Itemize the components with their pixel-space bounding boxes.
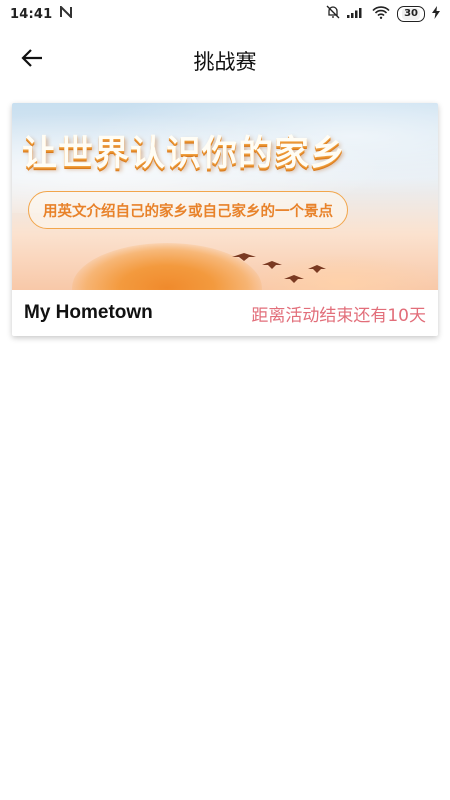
app-bar: 挑战赛 [0, 28, 450, 92]
page-title: 挑战赛 [193, 50, 257, 74]
mute-bell-icon [326, 5, 340, 23]
banner-headline: 让世界认识你的家乡 [22, 134, 347, 174]
status-time: 14:41 [10, 6, 53, 22]
challenge-card[interactable]: 让世界认识你的家乡 用英文介绍自己的家乡或自己家乡的一个景点 My Hometo… [12, 103, 438, 336]
n-icon [60, 4, 73, 22]
challenge-banner: 让世界认识你的家乡 用英文介绍自己的家乡或自己家乡的一个景点 [12, 103, 438, 290]
challenge-title: My Hometown [24, 302, 153, 323]
challenge-countdown: 距离活动结束还有10天 [251, 305, 426, 326]
banner-subtitle: 用英文介绍自己的家乡或自己家乡的一个景点 [28, 191, 348, 229]
charging-icon [432, 5, 440, 23]
battery-icon: 30 [397, 6, 425, 22]
status-left: 14:41 [10, 4, 73, 22]
birds-icon [232, 253, 326, 283]
screen: 14:41 30 挑战赛 让世界认识你的家乡 用英文介绍自己的家乡或自己家乡的一… [0, 0, 450, 800]
wifi-icon [372, 5, 390, 23]
status-bar: 14:41 30 [0, 0, 450, 28]
status-right: 30 [326, 5, 440, 23]
signal-icon [347, 6, 365, 22]
card-footer: My Hometown 距离活动结束还有10天 [12, 290, 438, 336]
battery-level: 30 [402, 8, 420, 20]
